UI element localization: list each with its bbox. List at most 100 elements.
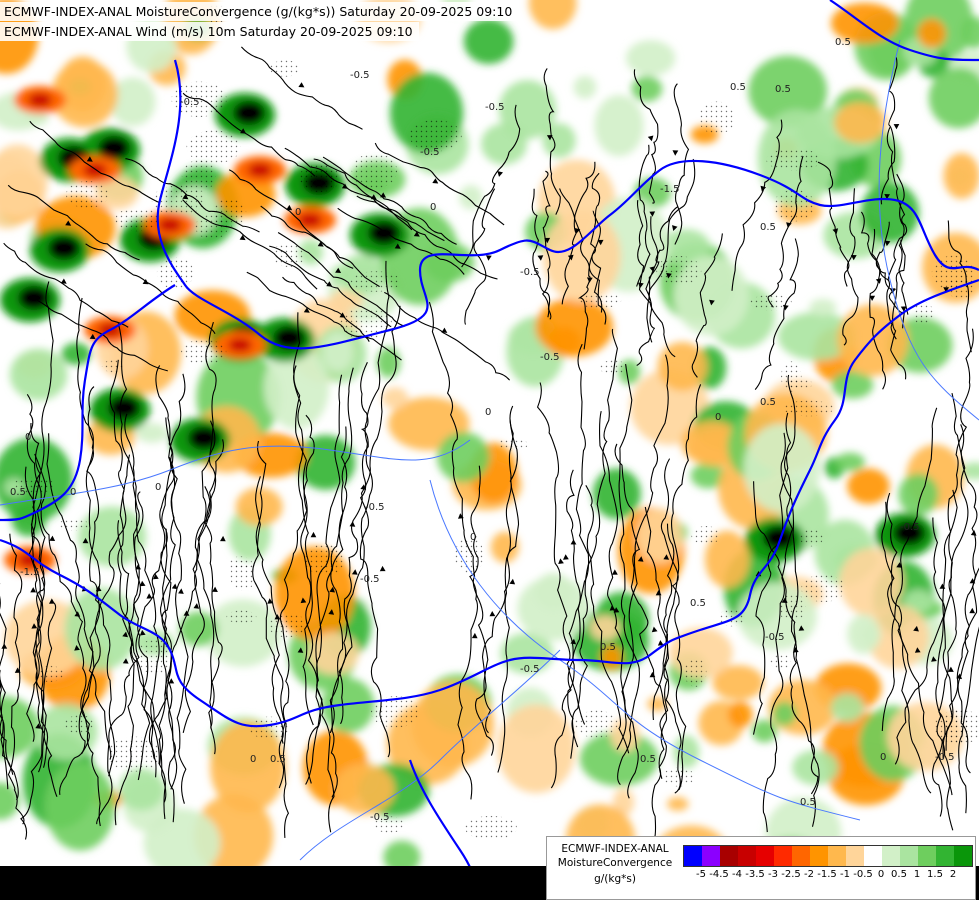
moisture-cell bbox=[743, 423, 821, 513]
contour-label: 0 bbox=[155, 482, 161, 493]
moisture-cell bbox=[9, 348, 68, 401]
moisture-cell bbox=[179, 611, 218, 647]
colorbar-swatch bbox=[900, 846, 918, 866]
colorbar bbox=[683, 845, 973, 867]
contour-dots bbox=[268, 612, 306, 638]
moisture-cell bbox=[673, 735, 700, 769]
contour-label: -0.5 bbox=[520, 267, 540, 278]
contour-label: 0 bbox=[430, 202, 436, 213]
legend-variable-label: MoistureConvergence bbox=[557, 857, 673, 869]
contour-label: 0 bbox=[70, 487, 76, 498]
colorbar-swatch bbox=[828, 846, 846, 866]
colorbar-tick-label: -2.5 bbox=[781, 869, 801, 880]
moisture-cell bbox=[835, 452, 866, 472]
contour-dots bbox=[351, 153, 398, 189]
moisture-cell bbox=[625, 40, 676, 77]
contour-dots bbox=[65, 181, 109, 209]
contour-dots bbox=[691, 526, 721, 545]
divergence-core bbox=[228, 338, 252, 352]
colorbar-tick-label: 1.5 bbox=[927, 869, 943, 880]
map-title-moisture: ECMWF-INDEX-ANAL MoistureConvergence (g/… bbox=[0, 2, 519, 21]
contour-label: 0.5 bbox=[800, 797, 816, 808]
contour-dots bbox=[663, 767, 695, 787]
contour-dots bbox=[769, 654, 792, 669]
colorbar-swatch bbox=[738, 846, 756, 866]
moisture-cell bbox=[943, 153, 979, 199]
map-title-wind: ECMWF-INDEX-ANAL Wind (m/s) 10m Saturday… bbox=[0, 22, 419, 41]
moisture-cell bbox=[424, 242, 475, 283]
contour-dots bbox=[230, 561, 256, 591]
contour-label: -0.5 bbox=[765, 632, 785, 643]
colorbar-tick-label: 0 bbox=[877, 869, 885, 880]
moisture-cell bbox=[322, 332, 354, 372]
contour-label: -1.5 bbox=[660, 184, 680, 195]
contour-dots bbox=[574, 710, 619, 738]
contour-label: 0.5 bbox=[835, 37, 851, 48]
moisture-cell bbox=[837, 304, 909, 376]
contour-label: -0.5 bbox=[360, 574, 380, 585]
contour-label: 0.5 bbox=[10, 487, 26, 498]
contour-label: 0 bbox=[470, 532, 476, 543]
colorbar-tick-label: -1 bbox=[840, 869, 850, 880]
colorbar-swatch bbox=[936, 846, 954, 866]
contour-label: 0 bbox=[715, 412, 721, 423]
moisture-cell bbox=[58, 56, 107, 112]
colorbar-swatch bbox=[954, 846, 972, 866]
contour-label: 0 bbox=[880, 752, 886, 763]
colorbar-swatch bbox=[792, 846, 810, 866]
contour-label: 0.5 bbox=[775, 84, 791, 95]
colorbar-swatch bbox=[684, 846, 702, 866]
contour-label: 0.5 bbox=[600, 642, 616, 653]
contour-dots bbox=[226, 610, 257, 624]
moisture-cell bbox=[498, 80, 557, 140]
moisture-cell bbox=[860, 182, 920, 243]
convergence-core bbox=[763, 526, 795, 550]
divergence-core bbox=[28, 93, 52, 107]
colorbar-swatch bbox=[846, 846, 864, 866]
contour-dots bbox=[801, 574, 846, 603]
colorbar-tick-label: 2 bbox=[949, 869, 957, 880]
contour-label: -0.5 bbox=[485, 102, 505, 113]
colorbar-tick-label: -2 bbox=[804, 869, 814, 880]
contour-label: 0.5 bbox=[640, 754, 656, 765]
contour-label: -0.5 bbox=[520, 664, 540, 675]
moisture-cell bbox=[667, 797, 689, 811]
colorbar-tick-label: -1.5 bbox=[817, 869, 837, 880]
colorbar-swatch bbox=[810, 846, 828, 866]
contour-dots bbox=[186, 130, 241, 164]
contour-label: -0.5 bbox=[935, 752, 955, 763]
moisture-cell bbox=[834, 102, 886, 144]
moisture-cell bbox=[573, 75, 597, 99]
divergence-core bbox=[83, 163, 107, 177]
contour-label: -0.5 bbox=[350, 70, 370, 81]
moisture-cell bbox=[809, 298, 837, 317]
contour-label: -0.5 bbox=[420, 147, 440, 158]
contour-label: -0.5 bbox=[180, 97, 200, 108]
moisture-cell bbox=[594, 94, 644, 157]
colorbar-swatch bbox=[720, 846, 738, 866]
colorbar-tick-label: -0.5 bbox=[853, 869, 873, 880]
contour-label: 0.5 bbox=[730, 82, 746, 93]
colorbar-swatch bbox=[702, 846, 720, 866]
contour-dots bbox=[36, 665, 64, 683]
moisture-cell bbox=[330, 265, 353, 285]
contour-label: 0 bbox=[295, 207, 301, 218]
colorbar-swatch bbox=[882, 846, 900, 866]
moisture-cell bbox=[792, 749, 839, 786]
map-viewport: -0.5 -0.5 -0.5 -0.5 0.5 -0.5 -0.5 -0.5 -0.5 0.5 0.… bbox=[0, 0, 979, 900]
contour-label: 0.5 bbox=[690, 598, 706, 609]
contour-dots bbox=[272, 242, 305, 268]
colorbar-legend: ECMWF-INDEX-ANAL MoistureConvergence g/(… bbox=[546, 836, 976, 900]
colorbar-tick-label: -4.5 bbox=[709, 869, 729, 880]
moisture-cell bbox=[381, 387, 409, 409]
contour-dots bbox=[195, 214, 228, 240]
convergence-core bbox=[233, 101, 265, 125]
moisture-cell bbox=[636, 508, 683, 564]
moisture-cell bbox=[321, 678, 375, 733]
moisture-cell bbox=[463, 18, 514, 64]
colorbar-tick-label: -3.5 bbox=[745, 869, 765, 880]
convergence-core bbox=[273, 326, 305, 350]
contour-dots bbox=[780, 361, 802, 392]
convergence-core bbox=[108, 396, 140, 420]
colorbar-tick-label: 1 bbox=[913, 869, 921, 880]
